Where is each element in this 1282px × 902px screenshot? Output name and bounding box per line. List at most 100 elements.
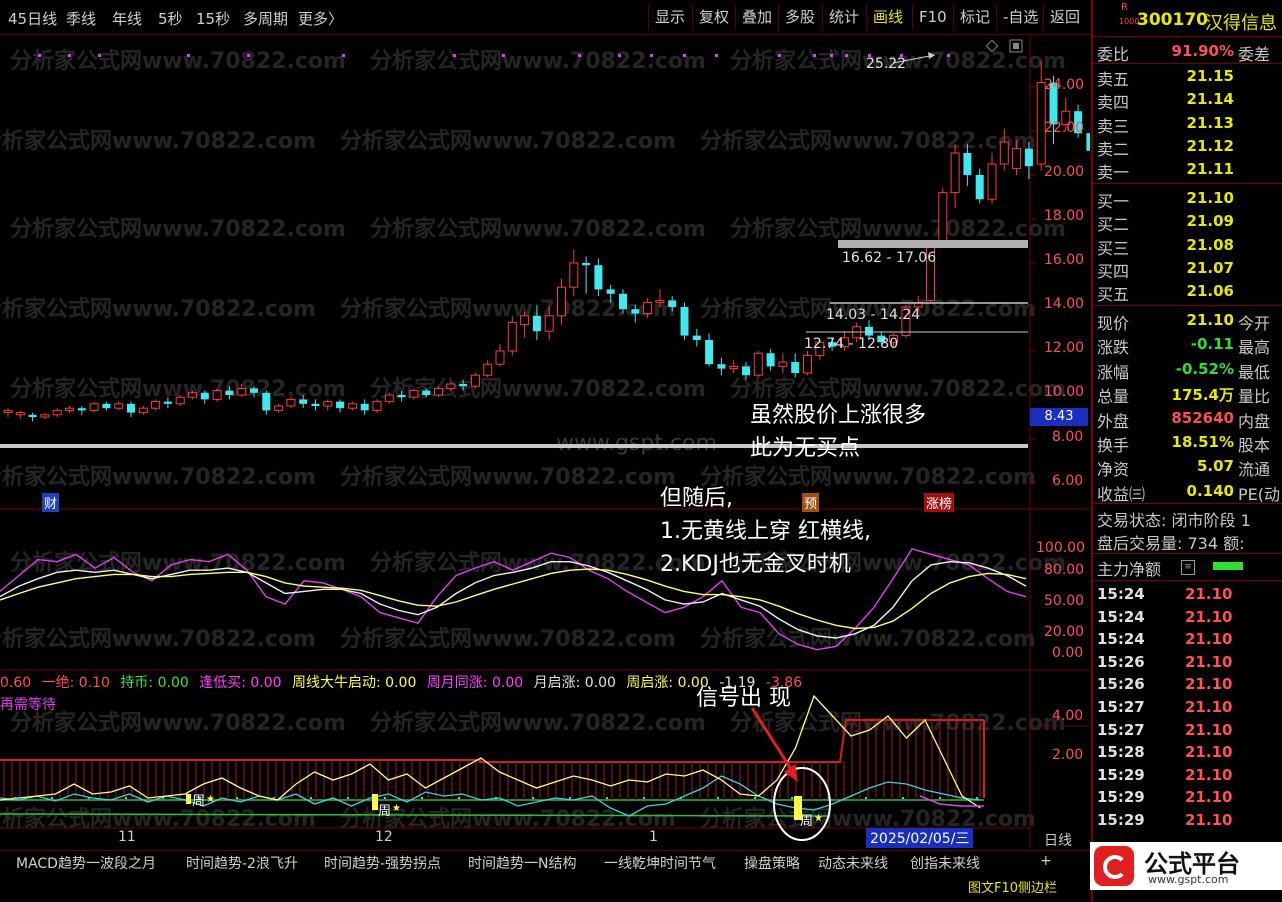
- ask-row-value: 21.14: [1186, 90, 1234, 109]
- tick-dot: [643, 797, 645, 799]
- trade-state: 交易状态: 闭市阶段 1: [1097, 511, 1251, 530]
- overlay-button[interactable]: 叠加: [735, 4, 778, 30]
- candle-body: [323, 401, 333, 407]
- watermark-text: 分析家公式网www.70822.com: [370, 376, 706, 402]
- tab-formula[interactable]: 时间趋势-2浪飞升: [186, 853, 298, 873]
- kdj-axis-label: 100.00: [1036, 540, 1085, 556]
- period-5sec[interactable]: 5秒: [158, 8, 183, 29]
- period-45day[interactable]: 45日线: [8, 8, 57, 29]
- tab-formula[interactable]: 动态未来线: [818, 853, 888, 873]
- logo-url: www.gspt.com: [1148, 873, 1229, 886]
- candle-body: [557, 286, 566, 317]
- legend-item: 周线大牛启动: 0.00: [292, 675, 421, 690]
- tick-dot: [88, 797, 90, 799]
- tick-dot: [754, 797, 756, 799]
- limit-up-marker[interactable]: 涨榜: [924, 493, 955, 512]
- candle-body: [507, 321, 517, 352]
- star-icon: ★: [392, 803, 401, 814]
- bid-row-label: 买五: [1097, 285, 1130, 305]
- ind-axis-label: 2.00: [1052, 747, 1084, 763]
- bid-row-label: 买三: [1097, 238, 1130, 258]
- signal-dot: [342, 54, 345, 57]
- tab-formula[interactable]: 创指未来线: [910, 853, 980, 873]
- tick-row: 15:29 21.10: [1093, 764, 1282, 787]
- adjust-button[interactable]: 复权: [692, 4, 735, 30]
- stat-row-label: 总量: [1097, 387, 1130, 407]
- candle-body: [360, 403, 369, 411]
- tick-time: 15:24: [1097, 630, 1145, 649]
- candle-body: [138, 407, 148, 414]
- add-tab-button[interactable]: +: [1040, 853, 1052, 869]
- tick-price: 21.10: [1185, 720, 1233, 739]
- back-button[interactable]: 返回: [1043, 4, 1086, 30]
- watermark-text: 分析家公式网www.70822.com: [10, 710, 346, 736]
- period-more[interactable]: 更多〉: [298, 8, 343, 29]
- signal-dot: [453, 54, 456, 57]
- tab-formula[interactable]: 操盘策略: [744, 853, 800, 873]
- tick-dot: [347, 797, 349, 799]
- candle-body: [963, 153, 972, 175]
- stat-row-value: 5.07: [1196, 457, 1234, 476]
- bid-row: 买三 21.08: [1093, 234, 1282, 258]
- ask-row-label: 卖四: [1097, 93, 1130, 113]
- candle-body: [532, 315, 541, 332]
- tab-formula[interactable]: 一线乾坤时间节气: [604, 853, 716, 873]
- signal-dot: [68, 54, 71, 57]
- stats-button[interactable]: 统计: [822, 4, 865, 30]
- forecast-marker[interactable]: 预: [802, 493, 820, 512]
- watermark-text: 分析家公式网www.70822.com: [700, 128, 1036, 154]
- multi-stock-button[interactable]: 多股: [778, 4, 821, 30]
- candle-body: [409, 390, 419, 398]
- ask-row: 卖三 21.13: [1093, 112, 1282, 136]
- watchlist-button[interactable]: -自选: [996, 4, 1044, 30]
- candle-body: [459, 384, 468, 387]
- signal-dot: [38, 54, 41, 57]
- period-quarter[interactable]: 季线: [66, 8, 96, 29]
- tick-row: 15:24 21.10: [1093, 628, 1282, 651]
- tab-formula[interactable]: MACD趋势一波段之月: [16, 853, 156, 873]
- status-text[interactable]: 图文F10侧边栏: [968, 877, 1057, 896]
- kdj-axis-label: 0.00: [1052, 645, 1084, 661]
- display-button[interactable]: 显示: [648, 4, 691, 30]
- week-marker: 周: [192, 794, 206, 809]
- period-multi[interactable]: 多周期: [243, 8, 288, 29]
- stat-row: 涨幅 -0.52% 最低: [1093, 358, 1282, 382]
- period-15sec[interactable]: 15秒: [196, 8, 230, 29]
- candle-body: [938, 192, 948, 242]
- tick-price: 21.10: [1185, 585, 1233, 603]
- weibi-value: 91.90%: [1171, 42, 1234, 60]
- weibi-extra: 委差: [1238, 45, 1271, 64]
- mark-button[interactable]: 标记: [953, 4, 996, 30]
- tab-formula[interactable]: 时间趋势一N结构: [468, 853, 576, 873]
- stat-row-label: 外盘: [1097, 411, 1130, 431]
- weibi-label: 委比: [1097, 45, 1130, 64]
- zone1-label: 16.62 - 17.06: [842, 250, 937, 266]
- tab-formula[interactable]: 时间趋势-强势拐点: [324, 853, 441, 873]
- tick-dot: [310, 797, 312, 799]
- annotation-line1: 虽然股价上涨很多: [750, 403, 927, 428]
- tick-row: 15:29 21.10: [1093, 809, 1282, 832]
- status-bar: 图文F10侧边栏: [0, 873, 1090, 902]
- divider: [1093, 580, 1282, 581]
- f10-button[interactable]: F10: [912, 4, 953, 30]
- high-price-label: 25.22: [866, 56, 907, 72]
- menu-icon[interactable]: ≡: [1181, 560, 1195, 575]
- period-year[interactable]: 年线: [112, 8, 142, 29]
- legend-item: 周月同涨: 0.00: [426, 675, 528, 690]
- candle-body: [569, 262, 579, 288]
- finance-marker[interactable]: 财: [42, 493, 60, 512]
- stat-row-extra: 内盘: [1238, 411, 1271, 431]
- kline-chart[interactable]: 分析家公式网www.70822.com 分析家公式网www.70822.com 分析…: [0, 34, 1090, 854]
- watermark-text: 分析家公式网www.70822.com: [340, 626, 676, 652]
- candle-body: [250, 388, 258, 393]
- watermark-text: 分析家公式网www.70822.com: [370, 710, 706, 736]
- tick-price: 21.10: [1185, 811, 1233, 829]
- weibi-row: 委比 91.90% 委差: [1093, 40, 1282, 64]
- tick-time: 15:29: [1097, 765, 1145, 784]
- candle-body: [311, 403, 320, 406]
- draw-line-button[interactable]: 画线: [866, 4, 909, 30]
- logo-icon: [1094, 846, 1134, 886]
- tick-time: 15:24: [1097, 607, 1145, 626]
- annotation-signal: 信号出 现: [696, 686, 791, 711]
- price-axis-label: 22.00: [1044, 120, 1085, 136]
